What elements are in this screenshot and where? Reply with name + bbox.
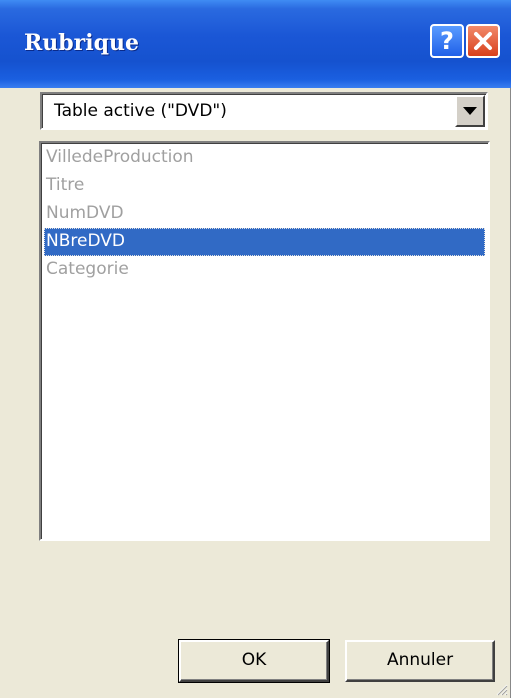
chevron-down-icon [463, 107, 477, 115]
table-select[interactable]: Table active ("DVD") [40, 92, 488, 130]
table-select-dropdown-button[interactable] [455, 95, 485, 127]
help-button[interactable]: ? [430, 24, 464, 58]
help-icon: ? [440, 27, 454, 55]
fields-list[interactable]: VilledeProduction Titre NumDVD NBreDVD C… [39, 141, 490, 541]
cancel-button[interactable]: Annuler [345, 640, 495, 682]
title-bar[interactable]: Rubrique ? [0, 0, 511, 88]
list-item-nbredvd[interactable]: NBreDVD [44, 228, 485, 256]
resize-grip-icon[interactable] [494, 682, 508, 696]
list-item-titre[interactable]: Titre [44, 172, 485, 200]
close-icon [474, 32, 492, 50]
table-select-value: Table active ("DVD") [54, 101, 227, 121]
ok-button[interactable]: OK [178, 639, 330, 683]
close-button[interactable] [466, 24, 500, 58]
list-item-categorie[interactable]: Categorie [44, 256, 485, 284]
rubrique-dialog: Rubrique ? Table active ("DVD") VilledeP… [0, 0, 511, 698]
list-item-numdvd[interactable]: NumDVD [44, 200, 485, 228]
dialog-title: Rubrique [24, 30, 139, 56]
list-item-villedeproduction[interactable]: VilledeProduction [44, 144, 485, 172]
